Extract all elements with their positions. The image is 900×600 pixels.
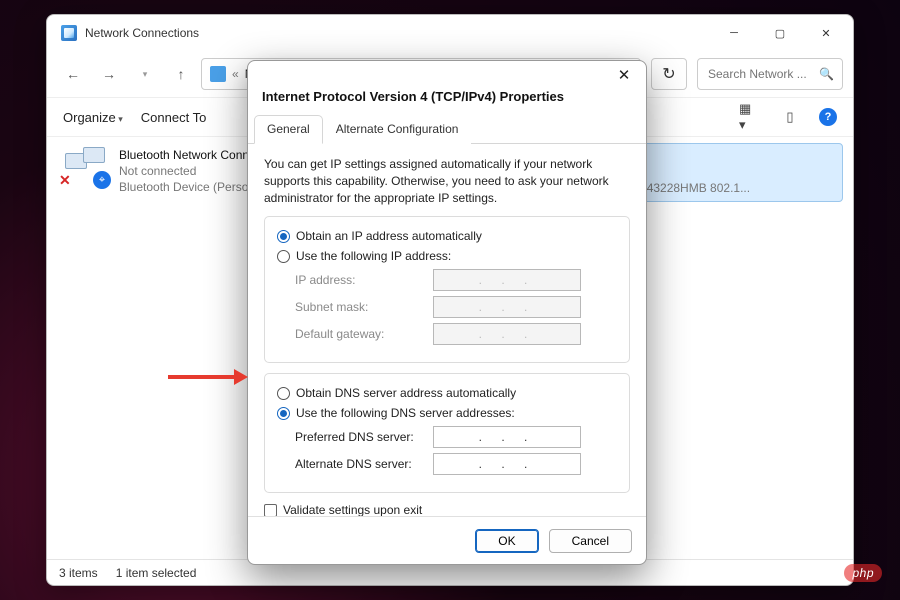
input-ip-address: . . . (433, 269, 581, 291)
input-preferred-dns[interactable]: . . . (433, 426, 581, 448)
radio-dns-manual[interactable]: Use the following DNS server addresses: (277, 406, 617, 420)
search-input[interactable] (706, 66, 813, 82)
selected-count: 1 item selected (116, 566, 197, 580)
bluetooth-icon: ⌖ (93, 171, 111, 189)
ok-button[interactable]: OK (475, 529, 538, 553)
cancel-button[interactable]: Cancel (549, 529, 632, 553)
refresh-button[interactable]: ↻ (651, 58, 687, 90)
maximize-button[interactable]: ▢ (757, 17, 803, 49)
dialog-footer: OK Cancel (248, 516, 646, 564)
address-icon (210, 66, 226, 82)
disconnected-icon: ✕ (59, 172, 71, 189)
bt-name: Bluetooth Network Conn (119, 147, 249, 163)
label-alt-dns: Alternate DNS server: (295, 457, 433, 471)
organize-menu[interactable]: Organize (63, 110, 123, 125)
titlebar: Network Connections ─ ▢ ✕ (47, 15, 853, 51)
forward-button[interactable]: → (93, 58, 125, 90)
label-mask: Subnet mask: (295, 300, 433, 314)
radio-dns-auto[interactable]: Obtain DNS server address automatically (277, 386, 617, 400)
radio-ip-manual[interactable]: Use the following IP address: (277, 249, 617, 263)
validate-label: Validate settings upon exit (283, 503, 422, 516)
validate-checkbox-row[interactable]: Validate settings upon exit (264, 503, 630, 516)
label-pref-dns: Preferred DNS server: (295, 430, 433, 444)
checkbox-icon (264, 504, 277, 516)
minimize-button[interactable]: ─ (711, 17, 757, 49)
help-icon[interactable]: ? (819, 108, 837, 126)
input-subnet-mask: . . . (433, 296, 581, 318)
tab-alternate[interactable]: Alternate Configuration (323, 115, 472, 144)
radio-dot-icon (277, 387, 290, 400)
input-gateway: . . . (433, 323, 581, 345)
back-button[interactable]: ← (57, 58, 89, 90)
dialog-title: Internet Protocol Version 4 (TCP/IPv4) P… (248, 81, 646, 114)
window-title: Network Connections (85, 26, 199, 40)
connect-to-button[interactable]: Connect To (141, 110, 207, 125)
label-ip: IP address: (295, 273, 433, 287)
tab-general[interactable]: General (254, 115, 323, 144)
up-button[interactable]: ↑ (165, 58, 197, 90)
dns-group: Obtain DNS server address automatically … (264, 373, 630, 493)
radio-dot-icon (277, 250, 290, 263)
radio-dot-selected-icon (277, 407, 290, 420)
watermark: php (844, 564, 882, 582)
close-button[interactable]: ✕ (803, 17, 849, 49)
dialog-description: You can get IP settings assigned automat… (264, 156, 630, 206)
view-options-icon[interactable]: ▦ ▾ (739, 106, 761, 128)
label-gw: Default gateway: (295, 327, 433, 341)
bt-device: Bluetooth Device (Perso (119, 179, 249, 195)
item-count: 3 items (59, 566, 98, 580)
search-icon: 🔍 (819, 67, 834, 81)
details-pane-icon[interactable]: ▯ (779, 106, 801, 128)
radio-dot-selected-icon (277, 230, 290, 243)
bluetooth-connection-icon: ✕ ⌖ (63, 147, 109, 187)
ip-group: Obtain an IP address automatically Use t… (264, 216, 630, 363)
app-icon (61, 25, 77, 41)
recent-button[interactable]: ▾ (129, 58, 161, 90)
radio-ip-auto[interactable]: Obtain an IP address automatically (277, 229, 617, 243)
dialog-tabs: General Alternate Configuration (248, 114, 646, 144)
input-alternate-dns[interactable]: . . . (433, 453, 581, 475)
ipv4-properties-dialog: ✕ Internet Protocol Version 4 (TCP/IPv4)… (247, 60, 647, 565)
search-box[interactable]: 🔍 (697, 58, 843, 90)
bt-status: Not connected (119, 163, 249, 179)
